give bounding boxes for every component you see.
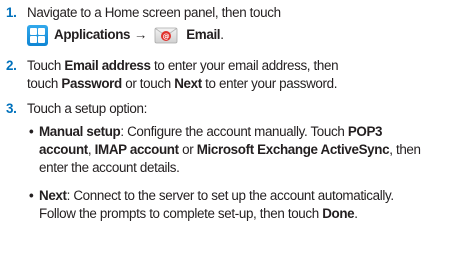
account-label: account — [39, 142, 88, 157]
text-run: . — [354, 206, 358, 221]
text-run: touch — [27, 76, 62, 91]
step-number: 3. — [6, 101, 17, 116]
option-line-2: account, IMAP account or Microsoft Excha… — [39, 141, 469, 159]
option-line-1: Manual setup: Configure the account manu… — [39, 123, 469, 141]
option-line-3: enter the account details. — [39, 160, 180, 175]
text-run: , then — [389, 142, 421, 157]
step-3-intro: Touch a setup option: — [27, 101, 147, 116]
step-text: Touch Email address to enter your email … — [27, 57, 472, 93]
bullet: • — [29, 188, 34, 203]
password-label: Password — [61, 76, 122, 91]
text-run: or touch — [121, 76, 175, 91]
pop3-label: POP3 — [347, 124, 383, 139]
email-address-label: Email address — [64, 58, 151, 73]
bullet: • — [29, 124, 34, 139]
next-option-label: Next — [39, 188, 67, 203]
imap-account-label: IMAP account — [94, 142, 179, 157]
manual-setup-label: Manual setup — [39, 124, 121, 139]
text-run: or — [178, 142, 197, 157]
text-run: Touch — [27, 58, 65, 73]
exchange-activesync-label: Microsoft Exchange ActiveSync — [196, 142, 390, 157]
text-run: to enter your email address, then — [150, 58, 339, 73]
option-line-2: Follow the prompts to complete set-up, t… — [39, 205, 469, 223]
done-label: Done — [322, 206, 355, 221]
step-number: 2. — [6, 58, 17, 73]
step-1-line: Navigate to a Home screen panel, then to… — [27, 5, 281, 20]
arrow-glyph: → — [134, 27, 148, 42]
step-text: Navigate to a Home screen panel, then to… — [27, 4, 472, 47]
period: . — [220, 27, 224, 42]
applications-grid-icon — [27, 24, 48, 46]
option-text: Manual setup: Configure the account manu… — [39, 123, 469, 177]
text-run: Follow the prompts to complete set-up, t… — [39, 206, 323, 221]
app-path: Applications → @ Email . — [27, 23, 472, 47]
step-text: Touch a setup option: — [27, 100, 472, 118]
next-label: Next — [174, 76, 202, 91]
option-text: Next: Connect to the server to set up th… — [39, 187, 469, 223]
step-2-line-2: touch Password or touch Next to enter yo… — [27, 75, 472, 93]
text-run: : Connect to the server to set up the ac… — [66, 188, 394, 203]
instructions-page: 1. Navigate to a Home screen panel, then… — [0, 0, 472, 259]
email-envelope-icon: @ — [154, 27, 178, 44]
step-number: 1. — [6, 5, 17, 20]
text-run: : Configure the account manually. Touch — [120, 124, 348, 139]
applications-label: Applications — [54, 27, 131, 42]
text-run: to enter your password. — [201, 76, 338, 91]
svg-text:@: @ — [163, 33, 170, 41]
option-line-1: Next: Connect to the server to set up th… — [39, 187, 469, 205]
email-label: Email — [186, 27, 221, 42]
step-2-line-1: Touch Email address to enter your email … — [27, 57, 472, 75]
text-run: , — [87, 142, 95, 157]
